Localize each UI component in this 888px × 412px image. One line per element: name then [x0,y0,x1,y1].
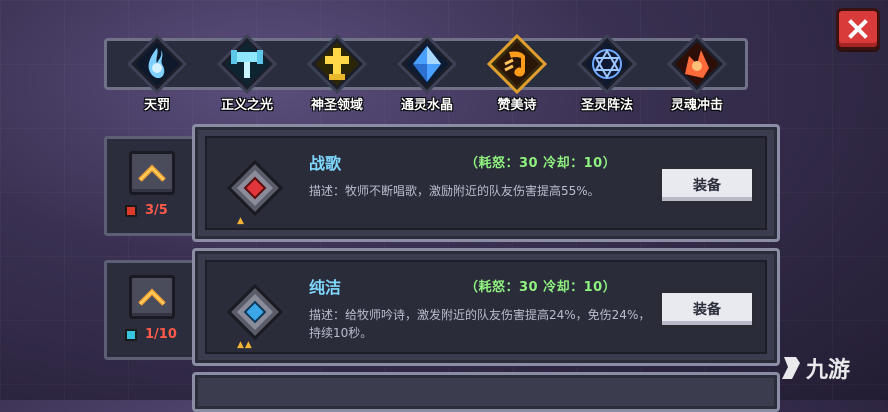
skill-name: 纯洁 [309,278,342,297]
level-text: 1/10 [145,327,177,342]
blue-flame-icon [127,34,187,94]
skill-stars: ▲ [237,216,245,226]
tab-tianfa[interactable]: 天罚 [112,34,202,116]
skill-cost: （耗怒：30 冷却：10） [465,156,617,171]
skill-card-body: ▲ 战歌 （耗怒：30 冷却：10） 描述：牧师不断唱歌，激励附近的队友伤害提高… [205,136,767,230]
holy-cross-icon [307,34,367,94]
close-button[interactable] [836,8,880,50]
skill-card: ▲ 战歌 （耗怒：30 冷却：10） 描述：牧师不断唱歌，激励附近的队友伤害提高… [192,124,780,242]
soul-blast-icon [667,34,727,94]
upgrade-button[interactable] [129,275,175,319]
skill-gem-icon [227,284,283,340]
tab-zanmeishi[interactable]: 赞美诗 [472,34,562,116]
tab-label: 神圣领域 [310,98,363,113]
tab-shengling[interactable]: 圣灵阵法 [562,34,652,116]
skill-gem-icon [227,160,283,216]
skill-level-panel: 1/10 [104,260,196,360]
tab-zhengyi[interactable]: 正义之光 [202,34,292,116]
skill-level-panel: 3/5 [104,136,196,236]
skill-cost: （耗怒：30 冷却：10） [465,280,617,295]
skill-stars: ▲▲ [237,340,253,350]
watermark-text: 九游 [806,358,851,383]
skill-book-icon [125,204,137,217]
tab-label: 通灵水晶 [400,98,453,113]
crystal-icon [397,34,457,94]
music-note-icon [487,34,547,94]
tab-label: 圣灵阵法 [580,98,633,113]
skill-card-body: ▲▲ 纯洁 （耗怒：30 冷却：10） 描述：给牧师吟诗，激发附近的队友伤害提高… [205,260,767,354]
level-text: 3/5 [145,203,168,218]
skill-book-icon [125,328,137,341]
tab-label: 天罚 [143,98,170,113]
watermark-logo: 九游 [780,352,850,384]
equip-button[interactable]: 装备 [659,290,755,328]
nine-game-logo-icon [782,357,800,379]
upgrade-button[interactable] [129,151,175,195]
tab-label: 正义之光 [220,98,273,113]
skill-tabs: 天罚 正义之光 神圣领域 通灵水晶 赞美诗 圣灵阵法 灵魂冲击 [112,34,742,116]
magic-circle-icon [577,34,637,94]
skill-level: 3/5 [125,203,168,218]
close-icon [848,19,868,39]
skill-level: 1/10 [125,327,177,342]
tab-label: 灵魂冲击 [670,98,723,113]
chevron-up-icon [138,288,166,306]
skill-card-partial [192,372,780,412]
tab-linghun[interactable]: 灵魂冲击 [652,34,742,116]
tab-tongling[interactable]: 通灵水晶 [382,34,472,116]
chevron-up-icon [138,164,166,182]
skill-description: 描述：牧师不断唱歌，激励附近的队友伤害提高55%。 [309,184,600,198]
skill-description: 描述：给牧师吟诗，激发附近的队友伤害提高24%，免伤24%，持续10秒。 [309,308,651,340]
tab-label: 赞美诗 [497,98,537,113]
hammer-icon [217,34,277,94]
skill-name: 战歌 [309,154,342,173]
tab-shensheng[interactable]: 神圣领域 [292,34,382,116]
equip-button[interactable]: 装备 [659,166,755,204]
skill-card: ▲▲ 纯洁 （耗怒：30 冷却：10） 描述：给牧师吟诗，激发附近的队友伤害提高… [192,248,780,366]
